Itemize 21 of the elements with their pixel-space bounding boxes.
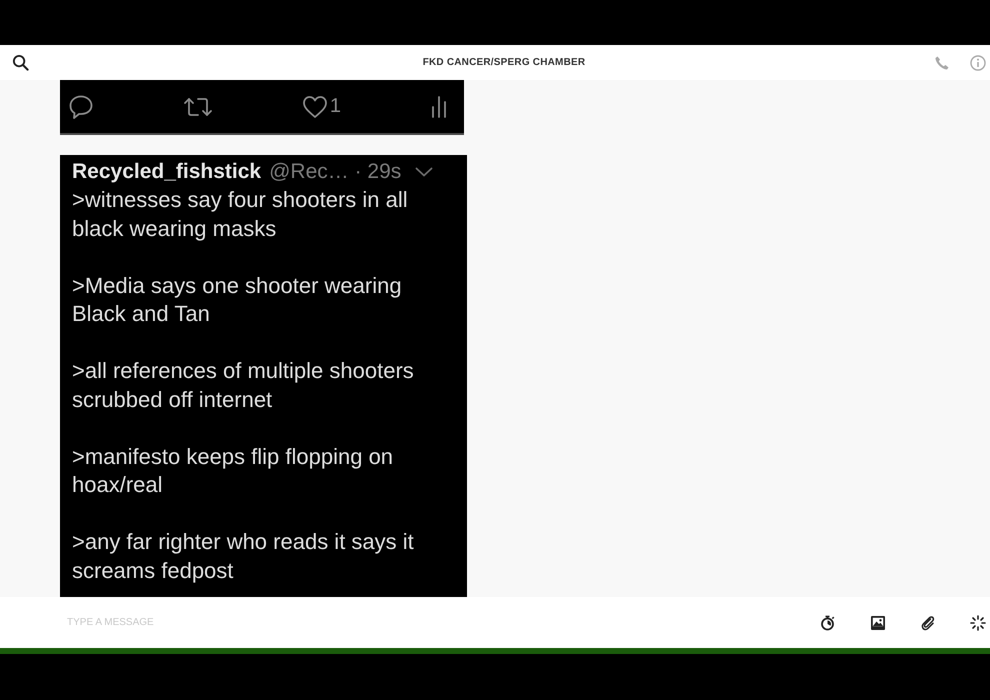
spinner-icon[interactable] [970,614,986,630]
tweet-paragraph: >witnesses say four shooters in all black wearing masks [72,186,409,243]
tweet-paragraph: >Media says one shooter wearing Black and Tan [72,272,403,328]
bar-chart-icon [430,94,448,118]
search-button[interactable] [12,54,29,71]
paperclip-icon[interactable] [920,614,936,630]
chat-title: FKD CANCER/SPERG CHAMBER [422,57,586,68]
like-button[interactable]: 1 [302,94,342,120]
tweet-author: Recycled_fishstick [72,160,262,184]
stopwatch-icon[interactable] [820,614,836,630]
tweet-paragraph: >manifesto keeps flip flopping on hoax/real [72,442,394,499]
stats-button[interactable] [430,94,448,118]
reply-button[interactable] [68,94,94,120]
search-icon [12,54,29,71]
tweet-paragraph: >all references of multiple shooters scrubbed off internet [72,357,415,414]
chevron-down-icon[interactable] [415,167,434,177]
heart-icon [302,94,328,120]
image-icon[interactable] [870,614,886,630]
tweet-meta: @Rec… · 29s [269,160,402,184]
speech-bubble-icon [68,94,94,120]
tweet-paragraph: >any far righter who reads it says it screams fedpost [72,528,415,585]
